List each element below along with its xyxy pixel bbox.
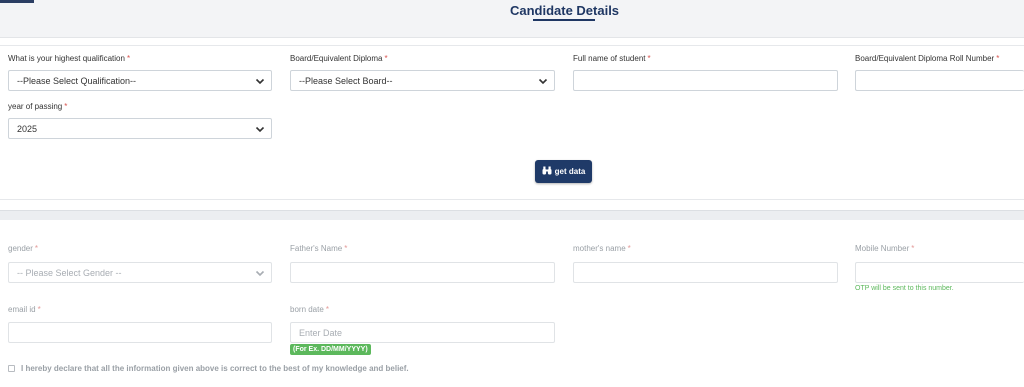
mother-name-label: mother's name * bbox=[573, 244, 631, 253]
email-input[interactable] bbox=[8, 322, 272, 343]
title-underline bbox=[533, 19, 595, 21]
declaration-text: I hereby declare that all the informatio… bbox=[21, 364, 409, 373]
year-select[interactable]: 2025 bbox=[8, 118, 272, 139]
mobile-label: Mobile Number * bbox=[855, 244, 915, 253]
roll-number-label: Board/Equivalent Diploma Roll Number * bbox=[855, 54, 1000, 63]
gender-label: gender * bbox=[8, 244, 39, 253]
qualification-value: --Please Select Qualification-- bbox=[17, 75, 137, 86]
board-select[interactable]: --Please Select Board-- bbox=[290, 70, 555, 91]
gender-select[interactable]: -- Please Select Gender -- bbox=[8, 262, 272, 283]
gender-value: -- Please Select Gender -- bbox=[17, 267, 122, 278]
get-data-label: get data bbox=[554, 167, 586, 176]
student-name-label: Full name of student * bbox=[573, 54, 651, 63]
board-value: --Please Select Board-- bbox=[299, 75, 393, 86]
otp-hint: OTP will be sent to this number. bbox=[855, 285, 954, 292]
dob-label: born date * bbox=[290, 305, 329, 314]
qualification-select[interactable]: --Please Select Qualification-- bbox=[8, 70, 272, 91]
student-name-input[interactable] bbox=[573, 70, 838, 91]
email-label: email id * bbox=[8, 305, 41, 314]
dob-input[interactable]: Enter Date bbox=[290, 322, 555, 343]
date-format-badge: (For Ex. DD/MM/YYYY) bbox=[290, 344, 371, 355]
board-label: Board/Equivalent Diploma * bbox=[290, 54, 388, 63]
roll-number-input[interactable] bbox=[855, 70, 1024, 91]
qualification-label: What is your highest qualification * bbox=[8, 54, 131, 63]
get-data-button[interactable]: get data bbox=[535, 160, 592, 183]
binoculars-icon bbox=[542, 166, 552, 177]
father-name-input[interactable] bbox=[290, 262, 555, 283]
chevron-down-icon bbox=[255, 124, 265, 134]
declaration-checkbox[interactable] bbox=[8, 365, 15, 372]
year-value: 2025 bbox=[17, 123, 38, 134]
chevron-down-icon bbox=[255, 76, 265, 86]
section-separator bbox=[0, 210, 1024, 220]
dob-placeholder: Enter Date bbox=[299, 327, 343, 338]
father-name-label: Father's Name * bbox=[290, 244, 348, 253]
page-title: Candidate Details bbox=[509, 3, 620, 18]
chevron-down-icon bbox=[255, 268, 265, 278]
year-label: year of passing * bbox=[8, 102, 68, 111]
mother-name-input[interactable] bbox=[573, 262, 838, 283]
chevron-down-icon bbox=[538, 76, 548, 86]
mobile-input[interactable] bbox=[855, 262, 1024, 283]
